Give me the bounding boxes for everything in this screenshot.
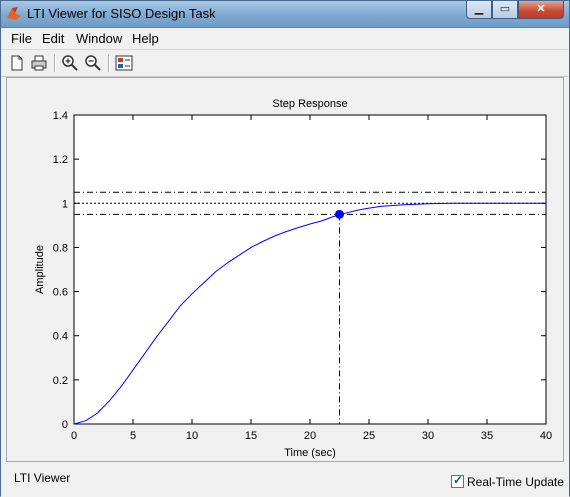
plot-configuration-icon[interactable] <box>114 53 134 73</box>
x-tick-label: 30 <box>422 430 434 442</box>
toolbar-separator <box>54 54 56 72</box>
zoom-out-icon[interactable] <box>83 53 103 73</box>
menu-bar: File Edit Window Help <box>1 28 569 48</box>
title-bar[interactable]: LTI Viewer for SISO Design Task ▁ ▭ ✕ <box>1 1 569 28</box>
chart-title: Step Response <box>272 98 347 110</box>
maximize-button[interactable]: ▭ <box>492 1 518 19</box>
x-tick-label: 10 <box>186 430 198 442</box>
real-time-update-label: Real-Time Update <box>467 475 564 489</box>
x-tick-label: 0 <box>71 430 77 442</box>
x-tick-label: 40 <box>540 430 552 442</box>
checkmark-icon: ✓ <box>453 473 464 487</box>
y-tick-label: 1.2 <box>53 154 68 166</box>
x-tick-label: 35 <box>481 430 493 442</box>
matlab-icon <box>7 7 21 20</box>
menu-edit[interactable]: Edit <box>42 31 64 46</box>
close-button[interactable]: ✕ <box>518 1 564 19</box>
zoom-in-icon[interactable] <box>60 53 80 73</box>
y-tick-label: 1.4 <box>53 110 68 122</box>
x-tick-label: 5 <box>130 430 136 442</box>
toolbar <box>1 49 569 77</box>
x-axis-label: Time (sec) <box>284 447 336 459</box>
y-tick-label: 1 <box>62 198 68 210</box>
y-tick-label: 0.8 <box>53 242 68 254</box>
x-tick-label: 25 <box>363 430 375 442</box>
plot-area <box>73 114 547 425</box>
step-response-chart[interactable]: Step ResponseTime (sec)Amplitude0 5 10 15 20… <box>1 77 569 462</box>
y-tick-label: 0 <box>62 419 68 431</box>
toolbar-separator <box>108 54 110 72</box>
y-tick-label: 0.4 <box>53 331 68 343</box>
lti-viewer-window: LTI Viewer for SISO Design Task ▁ ▭ ✕ Fi… <box>0 0 570 497</box>
print-icon[interactable] <box>29 53 49 73</box>
x-tick-label: 20 <box>304 430 316 442</box>
status-text: LTI Viewer <box>14 471 71 485</box>
real-time-update-checkbox[interactable]: ✓ <box>451 473 464 488</box>
y-axis-label: Amplitude <box>34 245 46 294</box>
minimize-button[interactable]: ▁ <box>466 1 492 19</box>
y-tick-label: 0.2 <box>53 375 68 387</box>
new-document-icon[interactable] <box>7 53 27 73</box>
menu-file[interactable]: File <box>11 31 32 46</box>
menu-help[interactable]: Help <box>132 31 159 46</box>
settling-time-marker <box>335 209 344 219</box>
window-title: LTI Viewer for SISO Design Task <box>27 6 216 21</box>
y-tick-label: 0.6 <box>53 287 68 299</box>
menu-window[interactable]: Window <box>76 31 122 46</box>
x-tick-label: 15 <box>245 430 257 442</box>
